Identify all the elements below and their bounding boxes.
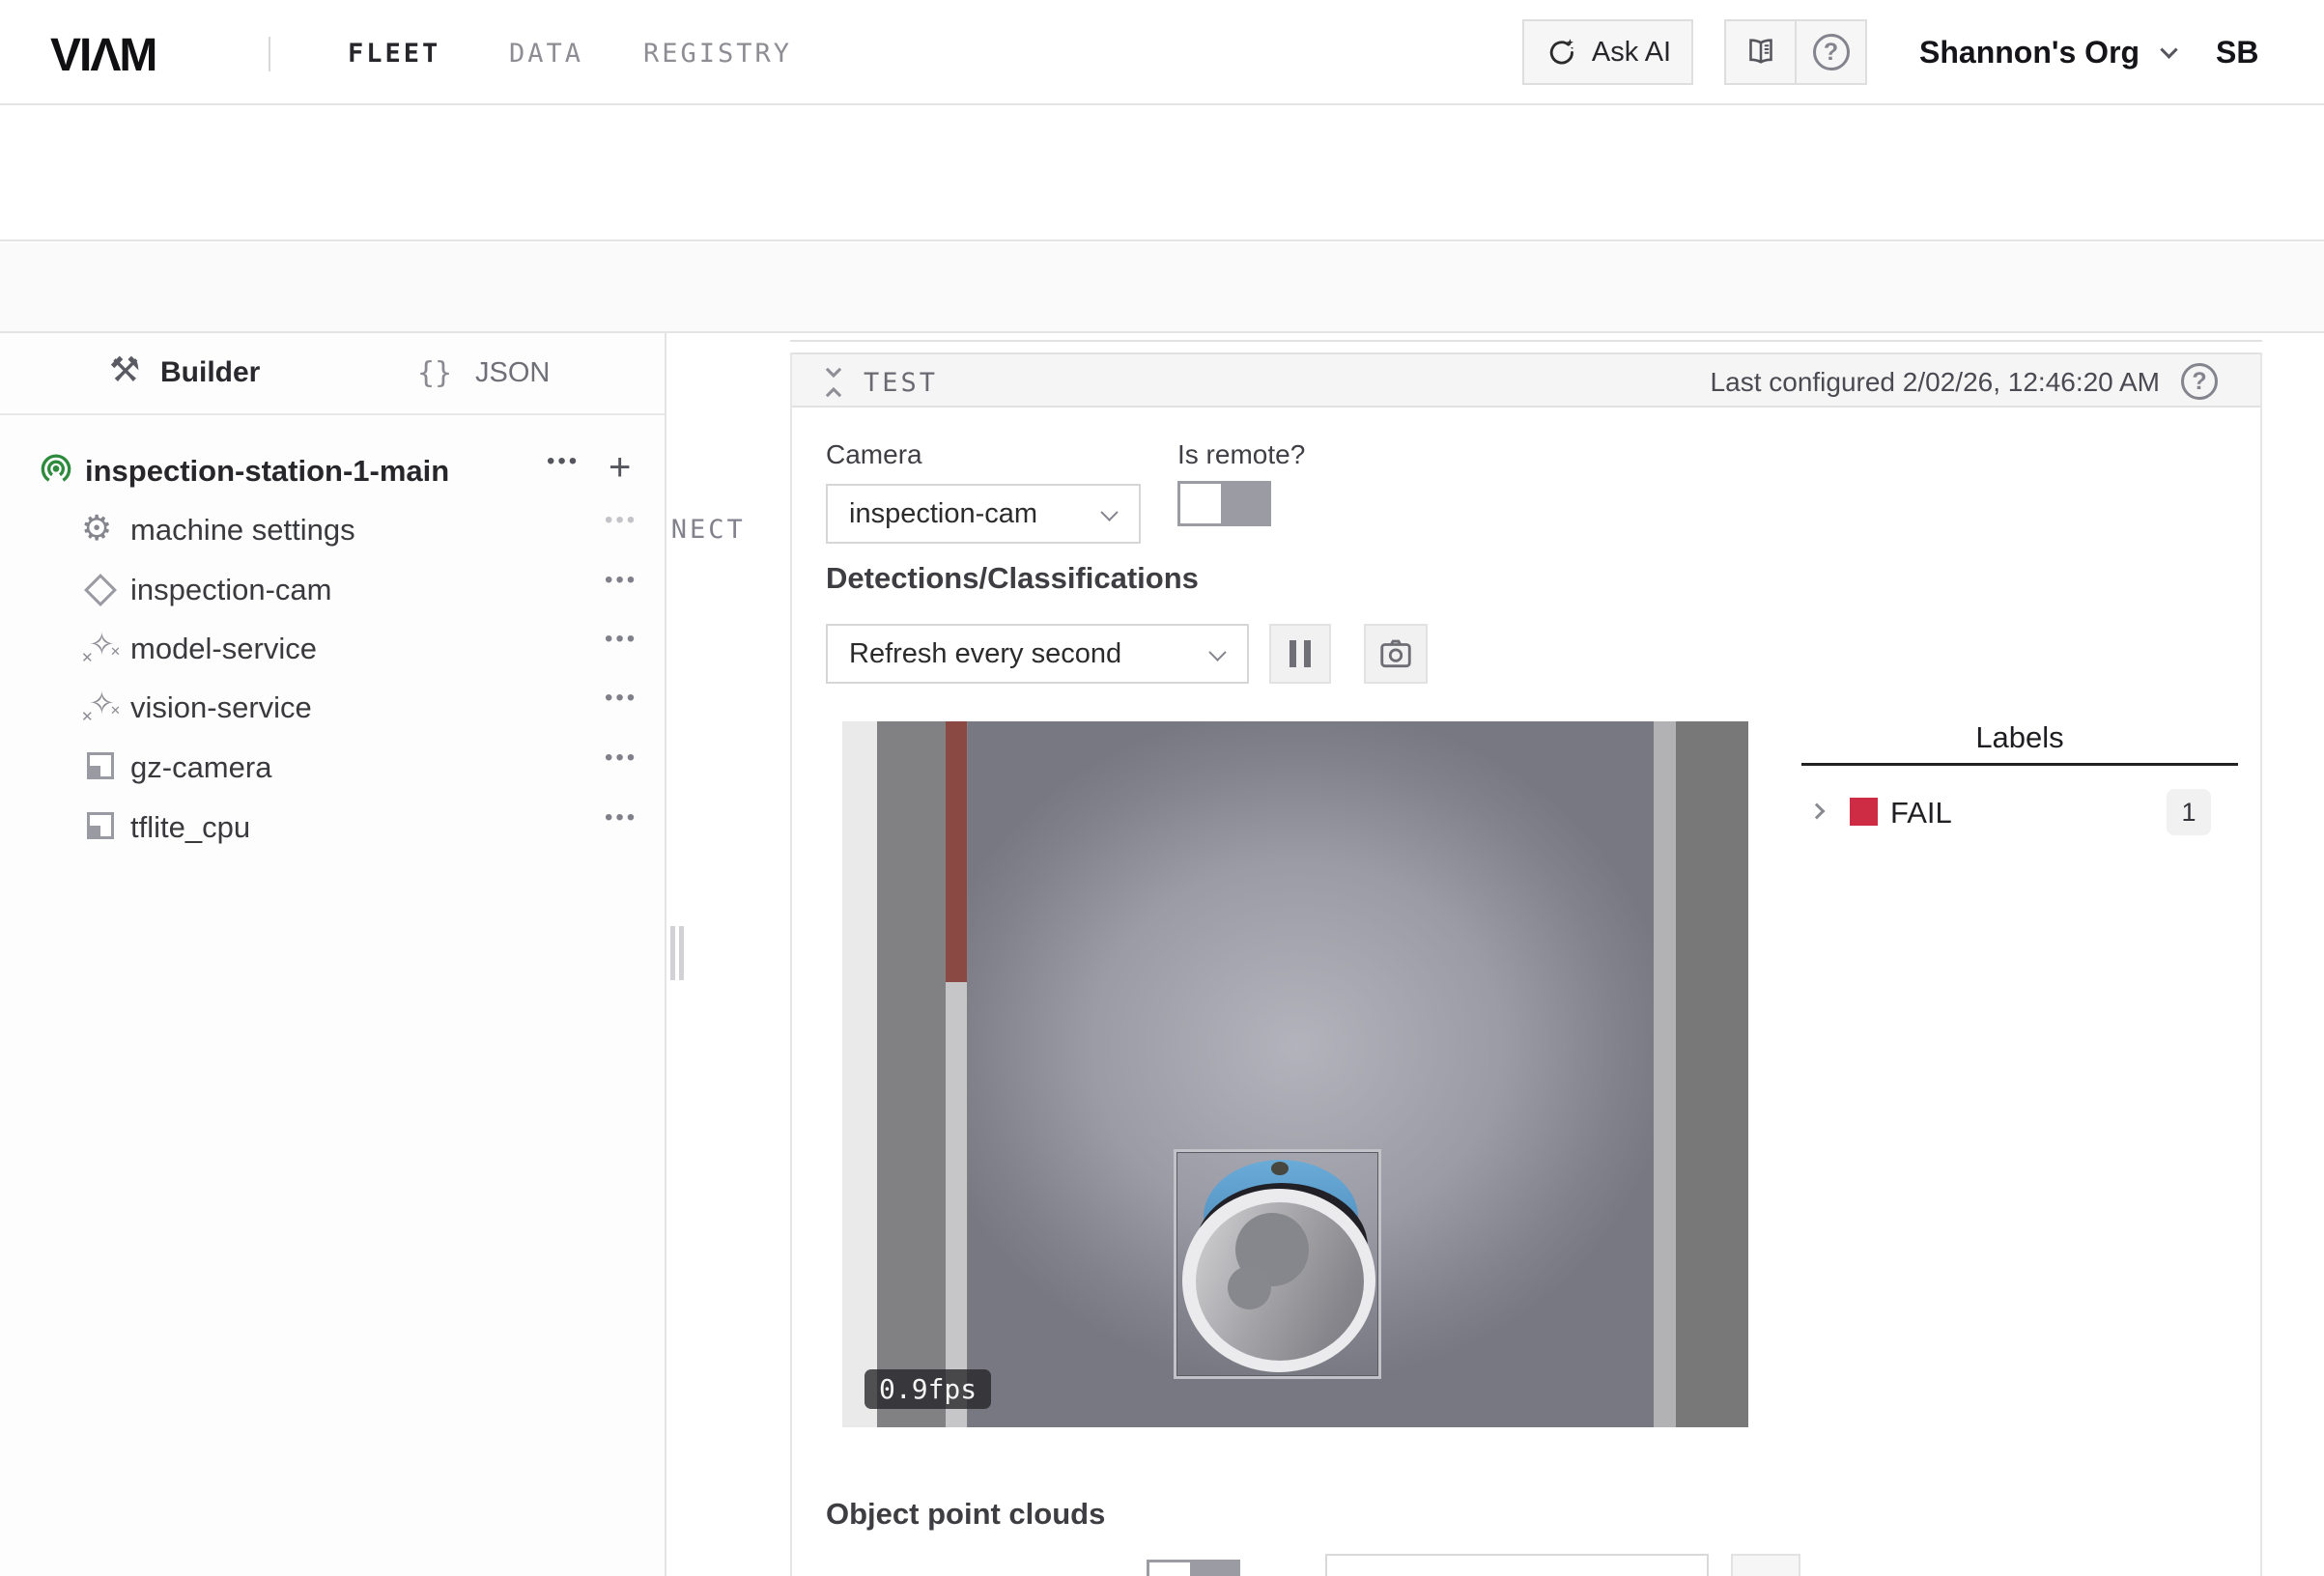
toggle-knob — [1147, 1560, 1193, 1576]
tree-item-vision-service[interactable]: ✧✕✕ vision-service ••• — [0, 679, 666, 738]
feed-left-wall — [842, 721, 877, 1427]
viam-logo[interactable]: VIΛM — [50, 29, 156, 82]
detected-object-hole-small — [1228, 1266, 1271, 1309]
feed-light-post — [946, 982, 967, 1427]
nav-tab-data[interactable]: DATA — [509, 39, 583, 69]
tree-item-inspection-cam[interactable]: inspection-cam ••• — [0, 561, 666, 620]
machine-header-row: Home inspection-station-1 Live Save ⌘S •… — [0, 107, 2324, 241]
org-name: Shannon's Org — [1919, 35, 2140, 70]
chevron-down-icon — [1208, 643, 1226, 661]
add-component-button[interactable]: + — [609, 446, 631, 490]
detection-bounding-box — [1174, 1149, 1381, 1379]
point-clouds-input[interactable] — [1325, 1554, 1709, 1576]
tools-icon: ⚒ — [109, 351, 140, 390]
part-menu-button[interactable]: ••• — [547, 448, 580, 475]
gear-icon: ⚙ — [81, 509, 112, 549]
machine-tab-bar: CONFIGURE CONTROL LOGS CONNECT VISUALIZE — [0, 243, 2324, 333]
labels-heading: Labels — [1801, 720, 2238, 755]
test-help-button[interactable]: ? — [2181, 363, 2218, 400]
is-remote-toggle[interactable] — [1177, 481, 1271, 526]
item-menu-button[interactable]: ••• — [605, 745, 638, 772]
org-switcher[interactable]: Shannon's Org — [1919, 35, 2175, 70]
label-name: FAIL — [1890, 796, 1952, 830]
last-configured-text: Last configured 2/02/26, 12:46:20 AM — [1711, 367, 2160, 398]
item-menu-button[interactable]: ••• — [605, 626, 638, 653]
item-menu-button[interactable]: ••• — [605, 804, 638, 831]
docs-button[interactable] — [1726, 21, 1795, 83]
camera-icon — [1377, 635, 1414, 672]
tree-item-machine-settings[interactable]: ⚙ machine settings ••• — [0, 501, 666, 560]
toggle-knob — [1177, 481, 1224, 526]
tree-item-gz-camera[interactable]: gz-camera ••• — [0, 739, 666, 798]
test-panel-header: TEST Last configured 2/02/26, 12:46:20 A… — [792, 352, 2260, 408]
sidebar-resize-handle[interactable] — [670, 926, 686, 980]
feed-right-rail — [1654, 721, 1676, 1427]
ask-ai-sparkle-icon — [1545, 35, 1579, 70]
help-icon: ? — [1813, 34, 1850, 70]
module-icon — [87, 752, 114, 779]
test-panel-title: TEST — [864, 368, 938, 398]
top-nav: VIΛM FLEET DATA REGISTRY Ask AI ? Shanno… — [0, 0, 2324, 105]
nav-icon-group: ? — [1724, 19, 1867, 85]
camera-field-label: Camera — [826, 439, 922, 470]
book-icon — [1743, 35, 1778, 70]
ask-ai-button[interactable]: Ask AI — [1522, 19, 1693, 85]
builder-json-switcher: ⚒ Builder {} JSON — [0, 333, 665, 415]
fps-indicator: 0.9fps — [864, 1369, 991, 1409]
refresh-rate-select[interactable]: Refresh every second — [826, 624, 1249, 684]
is-remote-field-label: Is remote? — [1177, 439, 1305, 470]
module-icon — [87, 812, 114, 839]
help-icon: ? — [2181, 363, 2218, 400]
diamond-icon — [84, 574, 117, 606]
test-panel: TEST Last configured 2/02/26, 12:46:20 A… — [790, 352, 2262, 1576]
item-menu-button[interactable]: ••• — [605, 507, 638, 534]
json-mode-toggle[interactable]: JSON — [475, 357, 550, 389]
builder-mode-toggle[interactable]: Builder — [160, 356, 260, 389]
braces-icon: {} — [417, 356, 452, 390]
detections-heading: Detections/Classifications — [826, 561, 1199, 596]
help-button[interactable]: ? — [1795, 21, 1865, 83]
chevron-down-icon — [1100, 503, 1118, 521]
label-count-badge: 1 — [2167, 789, 2211, 835]
feed-red-post — [946, 721, 967, 982]
tree-item-model-service[interactable]: ✧✕✕ model-service ••• — [0, 620, 666, 679]
previous-card-edge — [790, 333, 2262, 342]
nav-tab-fleet[interactable]: FLEET — [348, 39, 440, 69]
detected-object-notch — [1271, 1162, 1289, 1175]
chevron-down-icon — [2160, 41, 2177, 58]
label-row-fail[interactable]: FAIL 1 — [1801, 789, 2238, 837]
camera-select[interactable]: inspection-cam — [826, 484, 1141, 544]
pause-button[interactable] — [1269, 624, 1331, 684]
object-point-clouds-heading: Object point clouds — [826, 1497, 1105, 1532]
nav-divider — [269, 37, 270, 71]
item-menu-button[interactable]: ••• — [605, 685, 638, 712]
snapshot-button[interactable] — [1364, 624, 1428, 684]
ask-ai-label: Ask AI — [1592, 37, 1671, 69]
tree-item-tflite-cpu[interactable]: tflite_cpu ••• — [0, 799, 666, 858]
config-sidebar: ⚒ Builder {} JSON inspection-station-1-m… — [0, 333, 666, 1576]
point-clouds-toggle[interactable] — [1147, 1560, 1240, 1576]
feed-right-wall — [1676, 721, 1748, 1427]
chevron-right-icon — [1809, 803, 1826, 820]
tree-item-machine-part[interactable]: inspection-station-1-main ••• + — [0, 442, 666, 501]
fail-color-swatch — [1850, 798, 1878, 826]
viam-app: VIΛM FLEET DATA REGISTRY Ask AI ? Shanno… — [0, 0, 2324, 1576]
user-avatar[interactable]: SB — [2216, 35, 2258, 70]
broadcast-icon — [37, 450, 75, 489]
nav-tab-registry[interactable]: REGISTRY — [643, 39, 792, 69]
point-clouds-button[interactable] — [1731, 1554, 1800, 1576]
camera-feed[interactable]: 0.9fps — [842, 721, 1748, 1427]
labels-divider — [1801, 763, 2238, 766]
sparkles-icon: ✧✕✕ — [83, 628, 122, 666]
sparkles-icon: ✧✕✕ — [83, 687, 122, 725]
collapse-icon[interactable] — [819, 366, 848, 399]
item-menu-button[interactable]: ••• — [605, 567, 638, 594]
